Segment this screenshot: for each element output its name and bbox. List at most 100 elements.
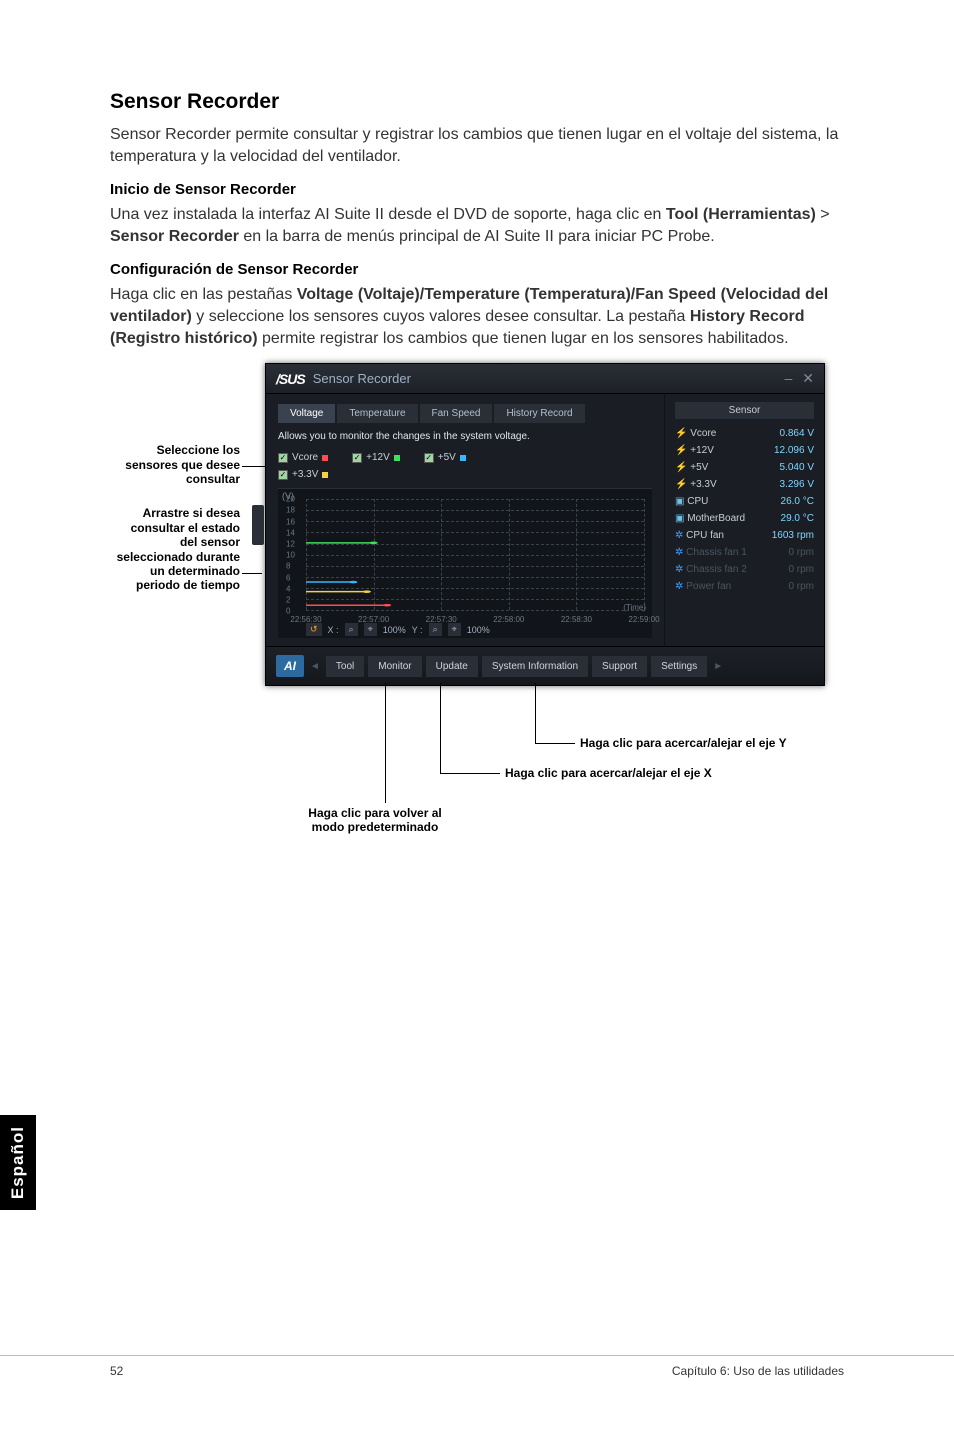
fan-icon: ✲ — [675, 564, 683, 575]
page-footer: 52 Capítulo 6: Uso de las utilidades — [0, 1355, 954, 1378]
footer-monitor-button[interactable]: Monitor — [368, 656, 421, 677]
chart-ytick: 6 — [286, 573, 290, 582]
sensor-label: +3.3V — [690, 479, 716, 490]
footer-support-button[interactable]: Support — [592, 656, 647, 677]
left-callouts: Seleccione los sensores que desee consul… — [110, 443, 240, 593]
zoom-y-in-button[interactable]: ⌕ — [429, 623, 442, 636]
chart-ytick: 10 — [286, 551, 295, 560]
tab-fan-speed[interactable]: Fan Speed — [420, 404, 493, 423]
sensor-label: +5V — [690, 462, 708, 473]
brand-logo: /SUS — [276, 371, 305, 387]
voltage-chart[interactable]: (V) (Time) ↺ X : ⌕ ⌖ 100% Y : ⌕ ⌖ — [278, 488, 652, 638]
zoom-y-out-button[interactable]: ⌖ — [448, 623, 461, 636]
sensor-panel-header: Sensor — [675, 402, 814, 419]
zoom-x-out-button[interactable]: ⌖ — [364, 623, 377, 636]
fan-icon: ✲ — [675, 547, 683, 558]
chip-icon: ▣ — [675, 513, 684, 524]
chart-ytick: 14 — [286, 528, 295, 537]
callout-line — [535, 683, 536, 743]
sensor-panel: Sensor ⚡ Vcore0.864 V⚡ +12V12.096 V⚡ +5V… — [664, 394, 824, 646]
chart-xtick: 22:57:00 — [358, 615, 389, 624]
sensor-label: Chassis fan 1 — [686, 547, 747, 558]
ai-button[interactable]: AI — [276, 655, 304, 677]
chk-label: +3.3V — [292, 469, 318, 480]
sensor-value: 0 rpm — [788, 547, 814, 558]
footer-sysinfo-button[interactable]: System Information — [482, 656, 588, 677]
sensor-label: CPU fan — [686, 530, 724, 541]
sensor-label: MotherBoard — [687, 513, 745, 524]
app-window: /SUS Sensor Recorder – ✕ Voltage Tempera… — [265, 363, 825, 686]
text: > — [816, 206, 830, 223]
sensor-value: 5.040 V — [780, 462, 814, 473]
zoom-y-label: Y : — [412, 625, 423, 635]
bold-sensor-recorder: Sensor Recorder — [110, 228, 239, 245]
checkbox-5v[interactable]: ✓+5V — [424, 452, 466, 463]
chart-ytick: 8 — [286, 562, 290, 571]
subhead-config: Configuración de Sensor Recorder — [110, 261, 844, 278]
chapter-label: Capítulo 6: Uso de las utilidades — [672, 1364, 844, 1378]
minimize-button[interactable]: – — [784, 370, 792, 387]
para-config: Haga clic en las pestañas Voltage (Volta… — [110, 284, 844, 349]
chart-xtick: 22:57:30 — [426, 615, 457, 624]
bolt-icon: ⚡ — [675, 428, 687, 439]
figure: Seleccione los sensores que desee consul… — [110, 363, 844, 923]
chk-label: +12V — [366, 452, 390, 463]
sensor-row: ✲ CPU fan1603 rpm — [675, 527, 814, 544]
callout-line — [242, 573, 262, 574]
callout-line — [385, 683, 386, 803]
sensor-label: Vcore — [690, 428, 716, 439]
chart-xlabel: (Time) — [623, 603, 646, 612]
checkbox-33v[interactable]: ✓+3.3V — [278, 469, 328, 480]
footer-update-button[interactable]: Update — [426, 656, 478, 677]
sensor-value: 3.296 V — [780, 479, 814, 490]
tab-temperature[interactable]: Temperature — [337, 404, 417, 423]
fan-icon: ✲ — [675, 581, 683, 592]
chart-lines — [306, 499, 644, 610]
section-title: Sensor Recorder — [110, 90, 844, 114]
bolt-icon: ⚡ — [675, 479, 687, 490]
close-button[interactable]: ✕ — [802, 370, 814, 387]
tabs: Voltage Temperature Fan Speed History Re… — [278, 404, 652, 423]
app-footer: AI ◄ Tool Monitor Update System Informat… — [266, 646, 824, 685]
chart-ytick: 12 — [286, 539, 295, 548]
zoom-reset-button[interactable]: ↺ — [306, 623, 322, 636]
arrow-right-icon[interactable]: ► — [711, 661, 725, 672]
sensor-value: 26.0 °C — [781, 496, 814, 507]
chart-ytick: 4 — [286, 584, 290, 593]
footer-tool-button[interactable]: Tool — [326, 656, 364, 677]
callout-reset: Haga clic para volver al modo predetermi… — [305, 806, 445, 834]
page-number: 52 — [110, 1364, 123, 1378]
chart-ytick: 20 — [286, 495, 295, 504]
tab-history-record[interactable]: History Record — [494, 404, 584, 423]
checkbox-12v[interactable]: ✓+12V — [352, 452, 400, 463]
arrow-left-icon[interactable]: ◄ — [308, 661, 322, 672]
sensor-row: ✲ Chassis fan 1 0 rpm — [675, 544, 814, 561]
panel-description: Allows you to monitor the changes in the… — [278, 431, 652, 442]
sensor-row: ✲ Chassis fan 20 rpm — [675, 561, 814, 578]
sensor-value: 0 rpm — [788, 581, 814, 592]
sensor-row: ▣ MotherBoard 29.0 °C — [675, 510, 814, 527]
callout-line — [535, 743, 575, 744]
sensor-value: 29.0 °C — [781, 513, 814, 524]
zoom-x-in-button[interactable]: ⌕ — [345, 623, 358, 636]
collapse-handle-left[interactable] — [252, 505, 264, 545]
tab-voltage[interactable]: Voltage — [278, 404, 335, 423]
callout-zoom-y: Haga clic para acercar/alejar el eje Y — [580, 736, 787, 750]
chart-ytick: 2 — [286, 595, 290, 604]
sensor-label: +12V — [690, 445, 714, 456]
chart-ytick: 18 — [286, 506, 295, 515]
sensor-row: ⚡ Vcore0.864 V — [675, 425, 814, 442]
zoom-y-pct: 100% — [467, 625, 490, 635]
chk-label: +5V — [438, 452, 456, 463]
subhead-launch: Inicio de Sensor Recorder — [110, 181, 844, 198]
chart-xtick: 22:58:00 — [493, 615, 524, 624]
footer-settings-button[interactable]: Settings — [651, 656, 707, 677]
checkbox-vcore[interactable]: ✓Vcore — [278, 452, 328, 463]
chip-icon: ▣ — [675, 496, 684, 507]
sensor-label: Chassis fan 2 — [686, 564, 747, 575]
callout-select-sensors: Seleccione los sensores que desee consul… — [110, 443, 240, 486]
titlebar: /SUS Sensor Recorder – ✕ — [266, 364, 824, 394]
sensor-value: 12.096 V — [774, 445, 814, 456]
zoom-x-pct: 100% — [383, 625, 406, 635]
chart-xtick: 22:59:00 — [628, 615, 659, 624]
